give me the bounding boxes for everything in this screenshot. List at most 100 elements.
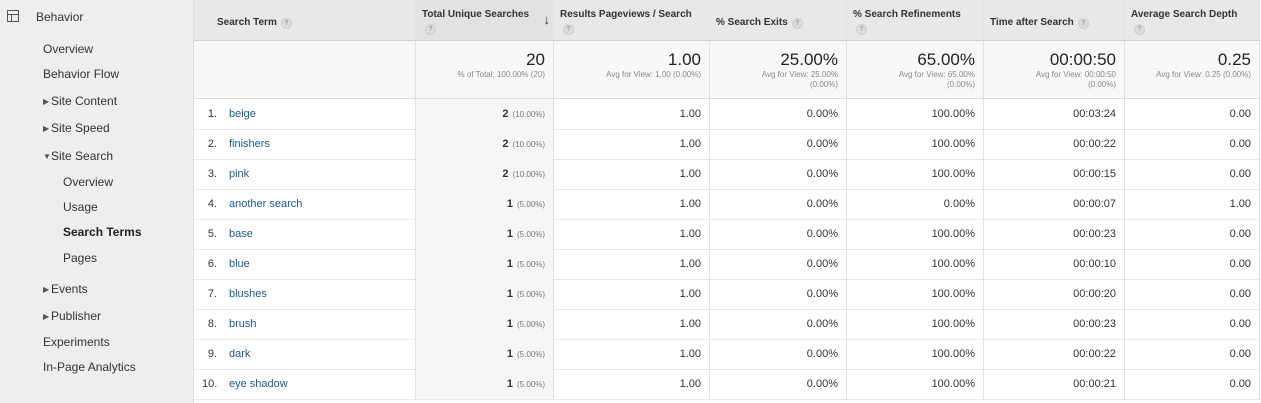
cell-search-exits: 0.00% — [710, 99, 847, 129]
searches-percent: (5.00%) — [516, 230, 545, 239]
behavior-icon — [7, 10, 19, 22]
sidebar-item-in-page-analytics[interactable]: In-Page Analytics — [43, 360, 136, 374]
search-term-link[interactable]: finishers — [229, 138, 270, 150]
cell-average-search-depth: 0.00 — [1125, 129, 1260, 159]
column-header-time-after-search[interactable]: Time after Search? — [984, 0, 1125, 41]
cell-average-search-depth: 0.00 — [1125, 369, 1260, 399]
cell-search-refinements: 100.00% — [847, 129, 984, 159]
sidebar-item-label: Events — [51, 282, 88, 296]
search-term-link[interactable]: brush — [229, 318, 257, 330]
searches-count: 1 — [506, 288, 513, 300]
sidebar-item-site-search[interactable]: ▼Site Search — [43, 149, 113, 163]
cell-time-after-search: 00:00:15 — [984, 159, 1125, 189]
sidebar-item-publisher[interactable]: ▶ Publisher — [43, 309, 101, 323]
search-term-link[interactable]: blue — [229, 258, 250, 270]
sidebar-item-experiments[interactable]: Experiments — [43, 335, 110, 349]
help-icon[interactable]: ? — [1077, 18, 1089, 29]
cell-value: 1.00 — [679, 228, 701, 240]
cell-value: 1.00 — [679, 288, 701, 300]
cell-value: 1.00 — [1229, 198, 1251, 210]
total-average-search-depth: 0.25 Avg for View: 0.25 (0.00%) — [1125, 41, 1260, 99]
cell-time-after-search: 00:00:22 — [984, 339, 1125, 369]
help-icon[interactable]: ? — [563, 24, 574, 35]
searches-percent: (5.00%) — [516, 290, 545, 299]
cell-search-refinements: 0.00% — [847, 189, 984, 219]
search-term-link[interactable]: another search — [229, 198, 302, 210]
cell-value: 0.00% — [806, 108, 838, 120]
sidebar-item-usage[interactable]: Usage — [63, 200, 98, 214]
sidebar-item-label: Search Terms — [63, 225, 142, 239]
column-header-search-refinements[interactable]: % Search Refinements ? — [847, 0, 984, 41]
column-header-average-search-depth[interactable]: Average Search Depth ? — [1125, 0, 1260, 41]
searches-percent: (10.00%) — [512, 140, 545, 149]
cell-average-search-depth: 0.00 — [1125, 279, 1260, 309]
table-row: 10. eye shadow 1 (5.00%) 1.00 0.00% 100.00% 00:… — [194, 369, 1260, 400]
sidebar-item-overview[interactable]: Overview — [43, 42, 93, 56]
sort-descending-icon[interactable]: ↓ — [544, 12, 551, 27]
column-header-results-pageviews[interactable]: Results Pageviews / Search ? — [554, 0, 710, 41]
search-term-link[interactable]: dark — [229, 348, 250, 360]
cell-value: 0.00% — [806, 138, 838, 150]
cell-value: 0.00 — [1229, 228, 1251, 240]
search-term-link[interactable]: blushes — [229, 288, 267, 300]
table-row: 3. pink 2 (10.00%) 1.00 0.00% 100.00% 00:00:15 0… — [194, 159, 1260, 190]
help-icon[interactable]: ? — [1134, 24, 1145, 35]
sidebar-item-behavior-flow[interactable]: Behavior Flow — [43, 67, 119, 81]
cell-search-refinements: 100.00% — [847, 339, 984, 369]
sidebar-item-pages[interactable]: Pages — [63, 251, 97, 265]
help-icon[interactable]: ? — [280, 18, 292, 29]
cell-value: 1.00 — [679, 258, 701, 270]
sidebar-item-label: Site Speed — [51, 121, 110, 135]
total-value: 65.00% — [917, 50, 975, 69]
column-header-total-unique-searches[interactable]: Total Unique Searches ? ↓ — [416, 0, 554, 41]
sidebar-item-site-speed[interactable]: ▶ Site Speed — [43, 121, 110, 135]
sidebar-item-events[interactable]: ▶ Events — [43, 282, 88, 296]
searches-count: 1 — [506, 228, 513, 240]
search-term-link[interactable]: eye shadow — [229, 378, 288, 390]
total-subtext-line: (0.00%) — [946, 80, 975, 89]
cell-value: 1.00 — [679, 198, 701, 210]
help-icon[interactable]: ? — [791, 18, 803, 29]
total-subtext: Avg for View: 0.25 (0.00%) — [1156, 70, 1251, 79]
search-term-link[interactable]: beige — [229, 108, 256, 120]
cell-search-term: 4. another search — [194, 189, 416, 219]
column-header-label: % Search Refinements — [853, 9, 961, 20]
help-icon[interactable]: ? — [856, 24, 867, 35]
cell-value: 1.00 — [679, 348, 701, 360]
cell-search-refinements: 100.00% — [847, 279, 984, 309]
sidebar-item-search-overview[interactable]: Overview — [63, 175, 113, 189]
cell-average-search-depth: 0.00 — [1125, 219, 1260, 249]
cell-unique-searches: 1 (5.00%) — [416, 369, 554, 399]
column-header-search-exits[interactable]: % Search Exits? — [710, 0, 847, 41]
cell-value: 0.00% — [943, 198, 975, 210]
cell-results-pageviews: 1.00 — [554, 249, 710, 279]
searches-count: 1 — [506, 198, 513, 210]
sidebar-item-label: Experiments — [43, 335, 110, 349]
sidebar-item-label: Pages — [63, 251, 98, 265]
search-term-link[interactable]: base — [229, 228, 253, 240]
search-term-link[interactable]: pink — [229, 168, 249, 180]
sidebar-item-site-content[interactable]: ▶ Site Content — [43, 94, 117, 108]
total-value: 1.00 — [667, 50, 701, 69]
totals-label-cell — [194, 41, 416, 99]
column-header-label: Total Unique Searches — [422, 9, 530, 20]
cell-search-exits: 0.00% — [710, 129, 847, 159]
column-header-search-term[interactable]: Search Term? — [194, 0, 416, 41]
cell-value: 100.00% — [931, 348, 975, 360]
column-header-label: Search Term — [217, 17, 277, 28]
cell-value: 1 (5.00%) — [507, 318, 545, 330]
help-icon[interactable]: ? — [425, 24, 436, 35]
row-number: 2. — [207, 138, 217, 150]
triangle-right-icon: ▶ — [43, 97, 50, 106]
cell-unique-searches: 1 (5.00%) — [416, 279, 554, 309]
cell-value: 100.00% — [931, 318, 975, 330]
sidebar-item-search-terms[interactable]: Search Terms — [63, 225, 142, 239]
cell-time-after-search: 00:00:23 — [984, 219, 1125, 249]
sidebar-section-behavior[interactable]: Behavior — [0, 0, 193, 34]
table-row: 8. brush 1 (5.00%) 1.00 0.00% 100.00% 00:00:23 0… — [194, 309, 1260, 340]
cell-unique-searches: 2 (10.00%) — [416, 99, 554, 129]
cell-search-exits: 0.00% — [710, 339, 847, 369]
cell-value: 0.00 — [1229, 348, 1251, 360]
cell-time-after-search: 00:03:24 — [984, 99, 1125, 129]
cell-search-term: 5. base — [194, 219, 416, 249]
